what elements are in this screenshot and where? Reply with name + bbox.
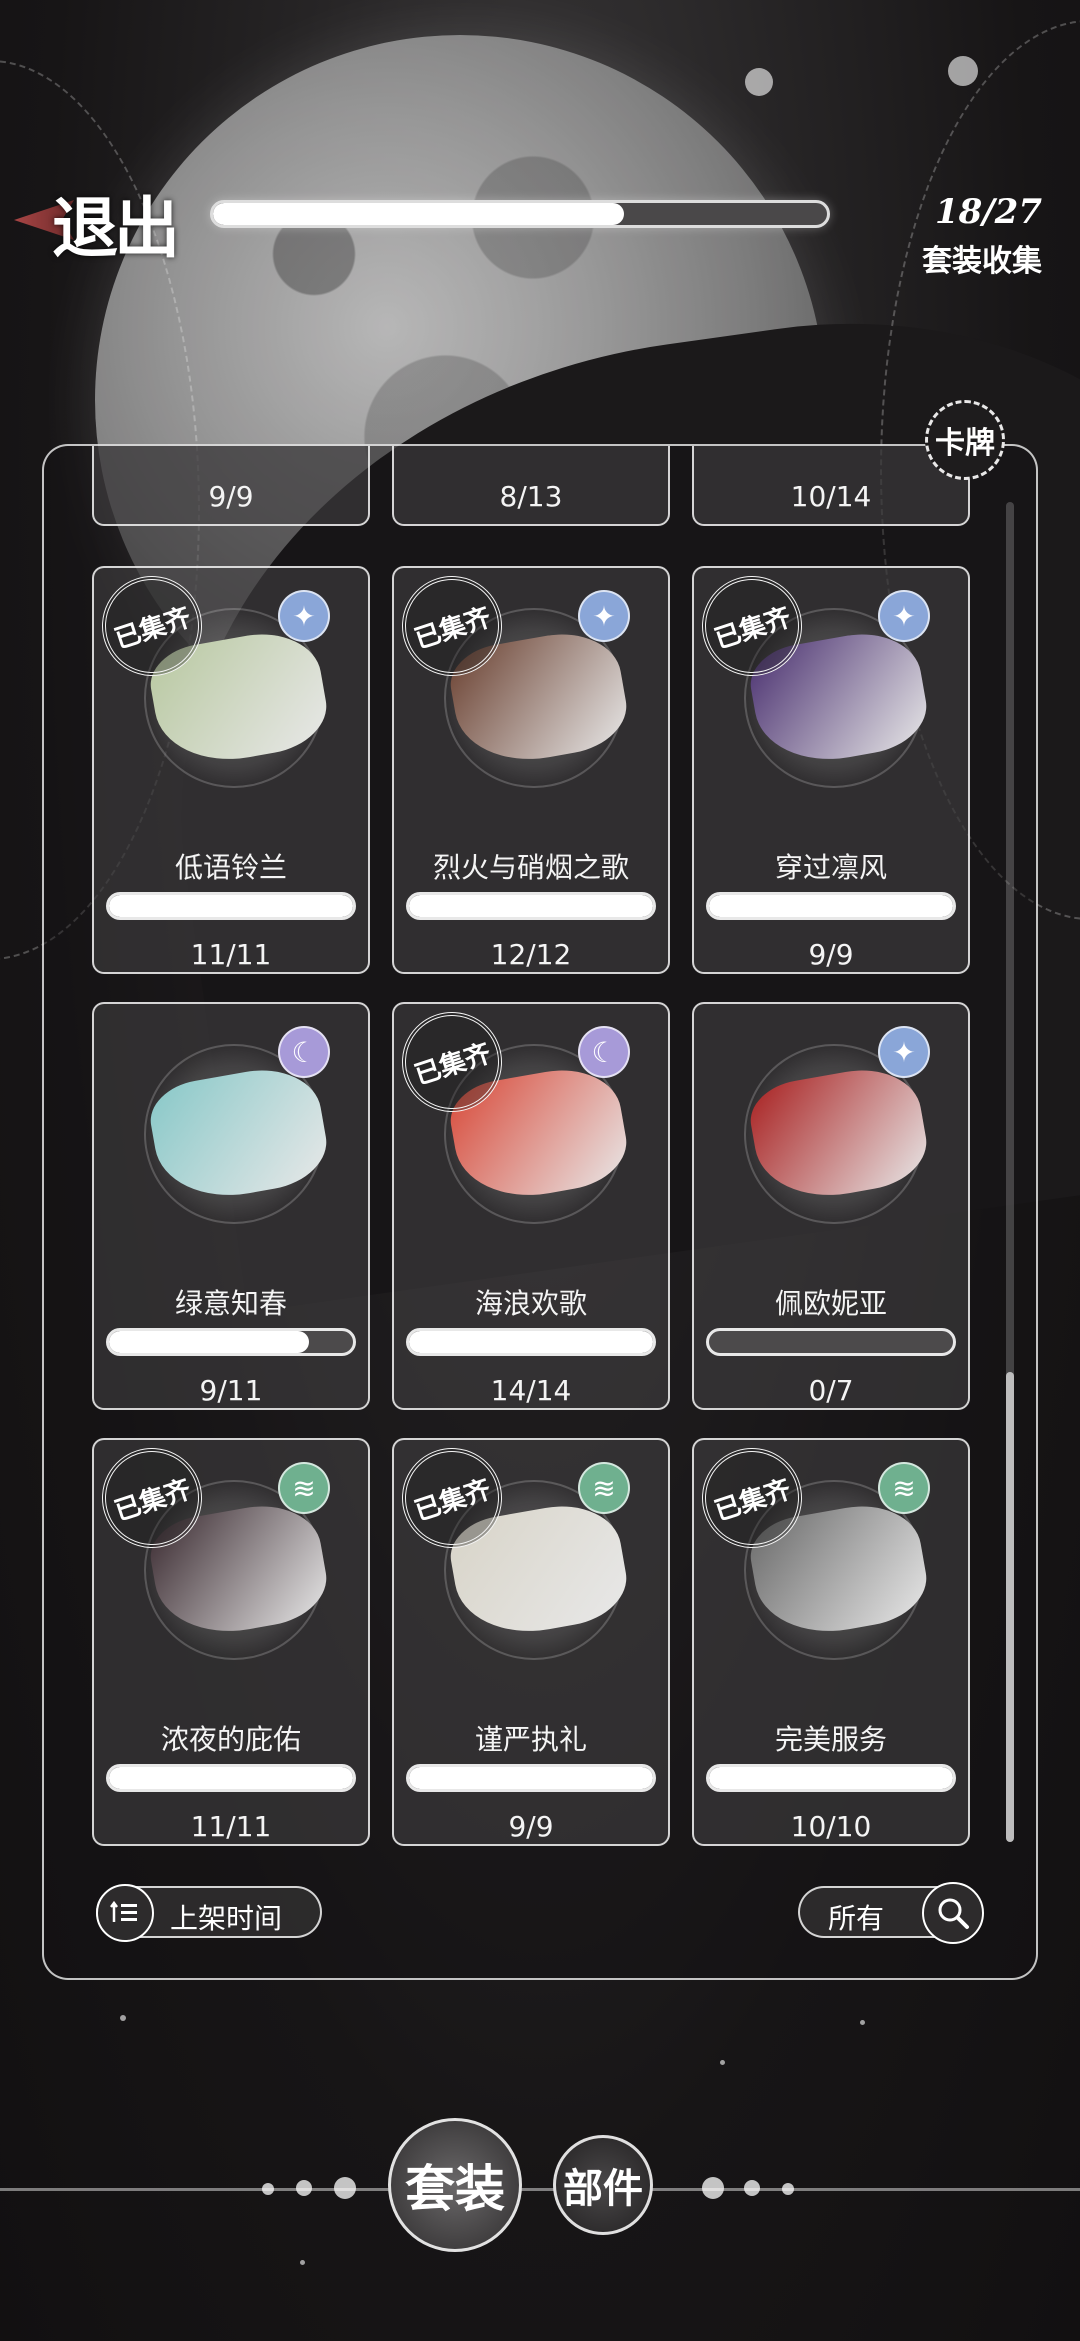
outfit-card-partial[interactable]: 9/9 xyxy=(92,446,370,526)
outfit-progress-bar xyxy=(706,1764,956,1792)
wave-icon: ≋ xyxy=(278,1462,330,1514)
outfit-count: 9/11 xyxy=(199,1374,263,1407)
outfit-card[interactable]: 已集齐 ≋ 完美服务 10/10 xyxy=(688,1434,970,1846)
outfit-progress-fill xyxy=(109,895,353,917)
search-icon xyxy=(922,1882,984,1944)
nav-dot xyxy=(334,2177,356,2199)
outfit-progress-bar xyxy=(706,1328,956,1356)
collection-label: 套装收集 xyxy=(922,244,1042,279)
sort-button[interactable]: 上架时间 xyxy=(96,1884,322,1942)
outfit-name: 完美服务 xyxy=(774,1723,887,1756)
outfit-count: 11/11 xyxy=(190,1810,272,1843)
outfit-progress-fill xyxy=(409,1331,653,1353)
outfit-count: 12/12 xyxy=(490,938,572,971)
outfit-progress-fill xyxy=(409,1767,653,1789)
moon-icon: ☾ xyxy=(578,1026,630,1078)
outfit-name: 海浪欢歌 xyxy=(474,1287,587,1320)
outfit-card[interactable]: 已集齐 ☾ 海浪欢歌 14/14 xyxy=(388,998,670,1410)
nav-dot xyxy=(782,2183,794,2195)
sort-list-icon xyxy=(96,1884,154,1942)
outfit-count: 9/9 xyxy=(808,938,854,971)
outfit-card[interactable]: 已集齐 ✦ 低语铃兰 11/11 xyxy=(88,562,370,974)
sort-label: 上架时间 xyxy=(170,1902,283,1935)
outfit-name: 谨严执礼 xyxy=(474,1723,587,1756)
scrollbar[interactable] xyxy=(1006,502,1014,1842)
collection-count: 18/27 xyxy=(934,192,1042,232)
nav-dot xyxy=(744,2180,760,2196)
outfit-progress-fill xyxy=(109,1331,310,1353)
outfit-card[interactable]: ☾ 绿意知春 9/11 xyxy=(92,1002,370,1410)
outfit-count: 8/13 xyxy=(499,480,563,513)
outfit-progress-bar xyxy=(406,1764,656,1792)
star-dot xyxy=(948,56,978,86)
filter-search-button[interactable]: 所有 xyxy=(798,1882,984,1944)
outfit-count: 9/9 xyxy=(508,1810,554,1843)
outfit-card[interactable]: 已集齐 ≋ 谨严执礼 9/9 xyxy=(388,1434,670,1846)
outfit-progress-fill xyxy=(709,1767,953,1789)
star-dot xyxy=(120,2015,126,2021)
sparkle-icon: ✦ xyxy=(878,1026,930,1078)
sparkle-icon: ✦ xyxy=(878,590,930,642)
star-dot xyxy=(720,2060,725,2065)
outfit-progress-bar xyxy=(406,1328,656,1356)
outfit-card[interactable]: 已集齐 ✦ 烈火与硝烟之歌 12/12 xyxy=(388,562,670,974)
outfit-count: 9/9 xyxy=(208,480,254,513)
outfit-count: 11/11 xyxy=(190,938,272,971)
outfit-name: 佩欧妮亚 xyxy=(774,1287,887,1320)
outfit-progress-fill xyxy=(409,895,653,917)
nav-dot xyxy=(296,2180,312,2196)
outfit-count: 0/7 xyxy=(808,1374,854,1407)
star-dot xyxy=(745,68,773,96)
outfit-progress-fill xyxy=(709,895,953,917)
outfit-name: 绿意知春 xyxy=(174,1287,287,1320)
filter-label: 所有 xyxy=(828,1902,885,1935)
wave-icon: ≋ xyxy=(878,1462,930,1514)
outfit-progress-bar xyxy=(106,1328,356,1356)
bottom-nav-line xyxy=(0,2188,1080,2191)
outfit-collection-panel: 9/9 8/13 10/14 已集齐 ✦ 低语铃兰 11/11 已集齐 ✦ 烈火与硝烟之歌 12/1… xyxy=(42,444,1038,1980)
outfit-name: 烈火与硝烟之歌 xyxy=(432,851,629,884)
exit-label: 退出 xyxy=(52,189,180,267)
scrollbar-thumb[interactable] xyxy=(1006,1372,1014,1842)
collection-progress-bar xyxy=(210,200,830,228)
collection-progress-fill xyxy=(213,203,625,225)
nav-dot xyxy=(262,2183,274,2195)
outfit-progress-bar xyxy=(106,1764,356,1792)
star-dot xyxy=(300,2260,305,2265)
outfit-progress-bar xyxy=(406,892,656,920)
outfit-name: 低语铃兰 xyxy=(174,851,287,884)
outfit-card-partial[interactable]: 8/13 xyxy=(392,446,670,526)
nav-dot xyxy=(702,2177,724,2199)
outfit-count: 10/10 xyxy=(790,1810,872,1843)
card-deck-button[interactable]: 卡牌 xyxy=(925,400,1005,480)
wave-icon: ≋ xyxy=(578,1462,630,1514)
star-dot xyxy=(860,2020,865,2025)
outfit-name: 浓夜的庇佑 xyxy=(160,1723,301,1756)
outfit-progress-bar xyxy=(106,892,356,920)
sparkle-icon: ✦ xyxy=(278,590,330,642)
suit-tab[interactable]: 套装 xyxy=(388,2118,522,2252)
sparkle-icon: ✦ xyxy=(578,590,630,642)
outfit-progress-bar xyxy=(706,892,956,920)
exit-button[interactable]: 退出 xyxy=(14,175,184,267)
moon-icon: ☾ xyxy=(278,1026,330,1078)
part-tab[interactable]: 部件 xyxy=(553,2135,653,2235)
outfit-card[interactable]: ✦ 佩欧妮亚 0/7 xyxy=(692,1002,970,1410)
outfit-count: 10/14 xyxy=(790,480,872,513)
outfit-progress-fill xyxy=(109,1767,353,1789)
outfit-card[interactable]: 已集齐 ≋ 浓夜的庇佑 11/11 xyxy=(88,1434,370,1846)
outfit-name: 穿过凛风 xyxy=(774,851,887,884)
outfit-card[interactable]: 已集齐 ✦ 穿过凛风 9/9 xyxy=(688,562,970,974)
outfit-count: 14/14 xyxy=(490,1374,572,1407)
